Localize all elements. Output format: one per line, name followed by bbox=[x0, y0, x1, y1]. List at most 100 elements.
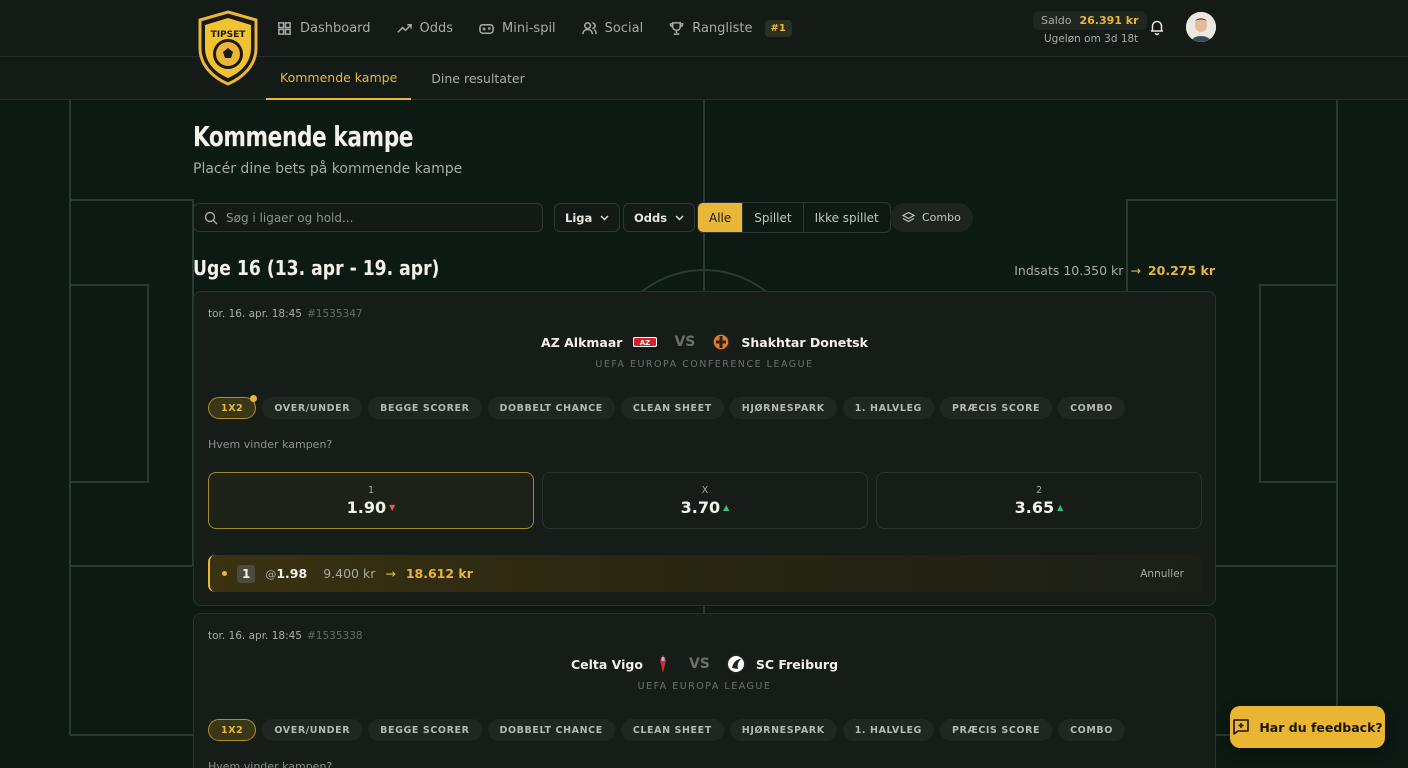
arrow-icon: → bbox=[1130, 263, 1141, 278]
tipset-logo[interactable]: TIPSET bbox=[196, 10, 260, 86]
odds-row: 1 1.90 ▼ X 3.70 ▲ 2 3.65 ▲ bbox=[208, 472, 1202, 529]
subnav-tabs: Kommende kampe Dine resultater bbox=[266, 57, 545, 100]
nav-odds[interactable]: Odds bbox=[396, 21, 453, 36]
market-tab-1x2[interactable]: 1X2 bbox=[208, 719, 257, 741]
trend-down-icon: ▼ bbox=[389, 502, 396, 512]
odds-button-home[interactable]: 1 1.90 ▼ bbox=[208, 472, 534, 529]
odds-value: 1.90 ▼ bbox=[347, 498, 396, 517]
nav-label: Mini-spil bbox=[502, 20, 556, 36]
vs-label: VS bbox=[674, 334, 696, 350]
vs-label: VS bbox=[688, 656, 710, 672]
placed-bet-row: 1 @1.98 9.400 kr → 18.612 kr Annuller bbox=[208, 555, 1202, 592]
away-team: Shakhtar Donetsk bbox=[741, 334, 868, 350]
bet-stake: 9.400 kr bbox=[323, 566, 376, 581]
active-dot bbox=[250, 395, 258, 402]
league-dropdown[interactable]: Liga bbox=[554, 203, 621, 232]
odds-button-draw[interactable]: X 3.70 ▲ bbox=[542, 472, 868, 529]
market-tab-over-under[interactable]: OVER/UNDER bbox=[262, 719, 363, 741]
match-teams: AZ Alkmaar AZ VS Shakhtar Donetsk bbox=[194, 332, 1215, 352]
trend-icon bbox=[396, 23, 412, 33]
home-team: AZ Alkmaar bbox=[541, 334, 623, 350]
saldo-box[interactable]: Saldo 26.391 kr bbox=[1033, 11, 1147, 30]
week-summary: Indsats 10.350 kr → 20.275 kr bbox=[1014, 263, 1215, 278]
market-tab-clean-sheet[interactable]: CLEAN SHEET bbox=[620, 397, 724, 419]
trend-up-icon: ▲ bbox=[1057, 502, 1064, 512]
market-tab-begge-scorer[interactable]: BEGGE SCORER bbox=[368, 397, 482, 419]
league-name: UEFA EUROPA CONFERENCE LEAGUE bbox=[595, 359, 814, 370]
market-label: 1X2 bbox=[221, 402, 244, 414]
odds-dropdown[interactable]: Odds bbox=[623, 203, 696, 232]
bet-status-dot bbox=[222, 571, 227, 576]
search-input[interactable] bbox=[226, 210, 526, 225]
odds-label: 2 bbox=[1035, 484, 1043, 496]
segment-ikke-spillet[interactable]: Ikke spillet bbox=[802, 203, 890, 232]
market-tab-begge-scorer[interactable]: BEGGE SCORER bbox=[368, 719, 482, 741]
avatar[interactable] bbox=[1186, 12, 1216, 42]
odds-number: 3.70 bbox=[680, 497, 721, 517]
market-tab-1-halvleg[interactable]: 1. HALVLEG bbox=[842, 719, 934, 741]
market-tab-hjornespark[interactable]: HJØRNESPARK bbox=[729, 719, 837, 741]
segment-spillet[interactable]: Spillet bbox=[742, 203, 802, 232]
market-tab-1x2[interactable]: 1X2 bbox=[208, 395, 258, 419]
logo-text: TIPSET bbox=[211, 30, 247, 40]
feedback-button[interactable]: Har du feedback? bbox=[1230, 706, 1385, 748]
odds-button-away[interactable]: 2 3.65 ▲ bbox=[876, 472, 1202, 529]
nav-social[interactable]: Social bbox=[581, 21, 643, 36]
odds-dropdown-label: Odds bbox=[634, 210, 668, 225]
shakhtar-donetsk-crest-icon bbox=[712, 333, 731, 351]
match-datetime: tor. 16. apr. 18:45 bbox=[208, 630, 302, 642]
odds-value: 3.65 ▲ bbox=[1015, 498, 1064, 517]
market-question: Hvem vinder kampen? bbox=[208, 760, 333, 768]
league-name: UEFA EUROPA LEAGUE bbox=[637, 681, 772, 692]
bet-potential-win: 18.612 kr bbox=[405, 566, 473, 581]
bell-icon[interactable] bbox=[1148, 18, 1166, 36]
week-stake: Indsats 10.350 kr bbox=[1014, 263, 1124, 278]
market-tab-combo[interactable]: COMBO bbox=[1058, 719, 1125, 741]
gamepad-icon bbox=[479, 23, 494, 34]
bet-selection: 1 bbox=[237, 564, 256, 583]
nav-dashboard[interactable]: Dashboard bbox=[277, 21, 371, 36]
market-tabs: 1X2 OVER/UNDER BEGGE SCORER DOBBELT CHAN… bbox=[208, 395, 1125, 419]
market-tab-1-halvleg[interactable]: 1. HALVLEG bbox=[842, 397, 934, 419]
svg-text:AZ: AZ bbox=[640, 339, 651, 347]
search-box bbox=[193, 203, 543, 232]
market-tab-hjornespark[interactable]: HJØRNESPARK bbox=[729, 397, 837, 419]
tab-kommende-kampe[interactable]: Kommende kampe bbox=[266, 57, 412, 100]
grid-icon bbox=[278, 21, 291, 35]
trophy-icon bbox=[669, 21, 684, 35]
home-team: Celta Vigo bbox=[570, 656, 643, 672]
nav-rangliste[interactable]: Rangliste #1 bbox=[669, 19, 792, 37]
tab-dine-resultater[interactable]: Dine resultater bbox=[417, 57, 538, 100]
market-tab-combo[interactable]: COMBO bbox=[1058, 397, 1125, 419]
feedback-label: Har du feedback? bbox=[1259, 719, 1383, 735]
layers-icon bbox=[902, 211, 915, 223]
market-tab-over-under[interactable]: OVER/UNDER bbox=[262, 397, 363, 419]
page-subtitle: Placér dine bets på kommende kampe bbox=[193, 161, 463, 177]
market-tab-praecis-score[interactable]: PRÆCIS SCORE bbox=[939, 719, 1053, 741]
match-id: #1535338 bbox=[307, 630, 363, 642]
match-teams: Celta Vigo VS SC Freiburg bbox=[194, 654, 1215, 674]
nav-label: Dashboard bbox=[300, 20, 371, 36]
market-tab-praecis-score[interactable]: PRÆCIS SCORE bbox=[939, 397, 1053, 419]
cancel-bet-button[interactable]: Annuller bbox=[1140, 568, 1184, 580]
match-card: tor. 16. apr. 18:45 #1535347 AZ Alkmaar A… bbox=[193, 291, 1216, 606]
saldo-value: 26.391 kr bbox=[1079, 14, 1139, 27]
odds-number: 1.90 bbox=[346, 497, 387, 517]
nav-mini-spil[interactable]: Mini-spil bbox=[479, 21, 556, 36]
segment-alle[interactable]: Alle bbox=[698, 203, 743, 232]
arrow-icon: → bbox=[385, 566, 396, 581]
odds-number: 3.65 bbox=[1014, 497, 1055, 517]
market-tab-dobbelt-chance[interactable]: DOBBELT CHANCE bbox=[487, 719, 615, 741]
chevron-down-icon bbox=[675, 215, 684, 221]
search-icon bbox=[204, 211, 218, 224]
market-tab-dobbelt-chance[interactable]: DOBBELT CHANCE bbox=[487, 397, 615, 419]
match-meta: tor. 16. apr. 18:45 #1535338 bbox=[208, 630, 363, 642]
message-plus-icon bbox=[1233, 719, 1250, 735]
trend-up-icon: ▲ bbox=[723, 502, 730, 512]
combo-button[interactable]: Combo bbox=[890, 203, 973, 232]
market-tab-clean-sheet[interactable]: CLEAN SHEET bbox=[620, 719, 724, 741]
league-dropdown-label: Liga bbox=[565, 210, 593, 225]
match-meta: tor. 16. apr. 18:45 #1535347 bbox=[208, 308, 363, 320]
week-potential: 20.275 kr bbox=[1147, 263, 1215, 278]
status-segmented-control: Alle Spillet Ikke spillet bbox=[697, 202, 891, 233]
